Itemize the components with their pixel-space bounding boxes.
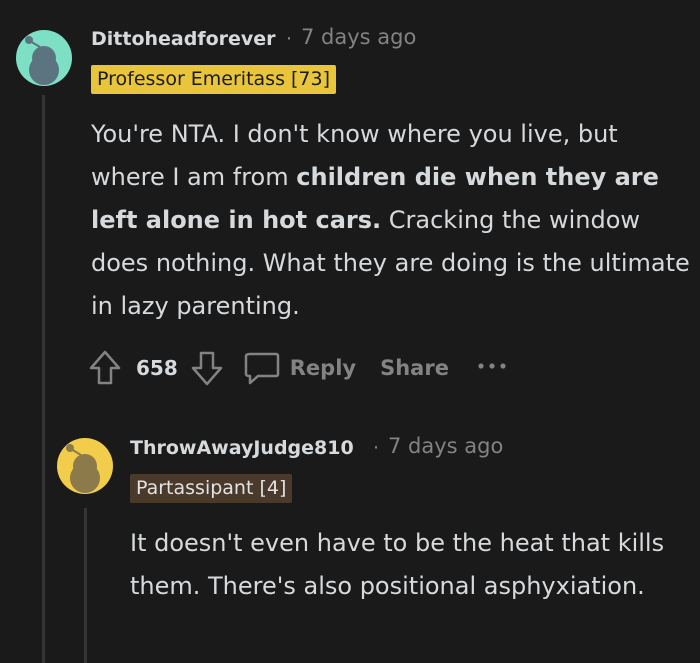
comment-actions: 658 Reply Share — [88, 348, 511, 388]
vote-score: 658 — [136, 356, 178, 380]
user-flair: Partassipant [4] — [130, 474, 293, 503]
reply-button[interactable]: Reply — [242, 348, 356, 388]
reply-label: Reply — [289, 356, 357, 380]
user-avatar[interactable] — [16, 30, 72, 86]
more-options-button[interactable] — [477, 358, 511, 378]
downvote-icon — [191, 351, 222, 386]
separator-dot: · — [286, 28, 293, 50]
upvote-button[interactable] — [88, 348, 128, 388]
thread-line-main[interactable] — [42, 95, 45, 663]
snoo-avatar-icon — [66, 444, 100, 493]
comment-body: It doesn't even have to be the heat that… — [130, 529, 665, 600]
comment-body: You're NTA. I don't know where you live,… — [91, 113, 691, 328]
upvote-icon — [89, 350, 121, 385]
snoo-avatar-icon — [25, 36, 59, 85]
user-avatar[interactable] — [57, 438, 113, 494]
downvote-button[interactable] — [190, 348, 224, 388]
username[interactable]: ThrowAwayJudge810 — [130, 437, 354, 459]
username[interactable]: Dittoheadforever — [91, 28, 276, 50]
timestamp[interactable]: 7 days ago — [388, 434, 503, 458]
share-button[interactable]: Share — [380, 356, 449, 380]
comment-icon — [244, 352, 279, 385]
separator-dot: · — [373, 437, 380, 459]
more-options-icon — [478, 363, 506, 369]
user-flair: Professor Emeritass [73] — [91, 65, 337, 94]
timestamp[interactable]: 7 days ago — [301, 25, 416, 49]
thread-line-reply[interactable] — [84, 508, 87, 663]
